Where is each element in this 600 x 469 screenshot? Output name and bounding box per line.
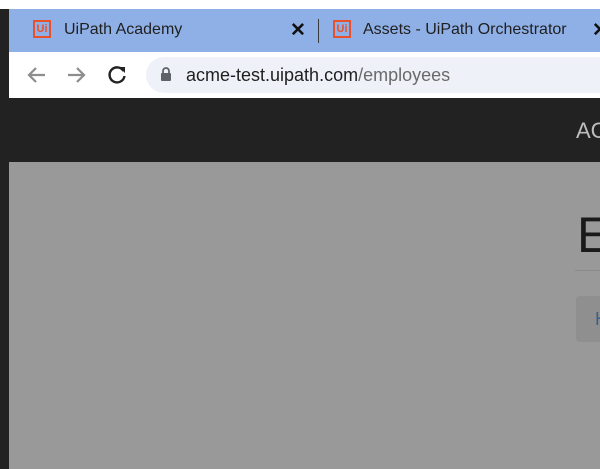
window-top-edge: [0, 0, 600, 9]
address-bar[interactable]: acme-test.uipath.com/employees: [146, 57, 600, 93]
tab-title: UiPath Academy: [64, 21, 183, 38]
url-host: acme-test.uipath.com: [186, 65, 359, 85]
reload-button[interactable]: [103, 61, 131, 89]
back-button[interactable]: [23, 61, 51, 89]
browser-toolbar: acme-test.uipath.com/employees: [9, 52, 600, 98]
arrow-right-icon: [68, 67, 86, 83]
uipath-logo-icon: Ui: [33, 20, 51, 38]
page-content-overlay: E H: [9, 162, 600, 469]
reload-icon: [108, 66, 126, 84]
breadcrumb-home-link[interactable]: H: [595, 309, 600, 330]
title-divider: [575, 270, 600, 271]
breadcrumb: H: [576, 296, 600, 342]
page-title: E: [577, 207, 600, 263]
tab-uipath-academy[interactable]: Ui UiPath Academy ✕: [9, 9, 309, 52]
tab-title: Assets - UiPath Orchestrator: [363, 21, 567, 38]
close-icon[interactable]: ✕: [592, 19, 600, 42]
lock-icon: [161, 67, 171, 81]
url-path: /employees: [358, 65, 451, 85]
url-text[interactable]: acme-test.uipath.com/employees: [186, 65, 450, 86]
arrow-left-icon: [27, 67, 45, 83]
browser-tab-strip: Ui UiPath Academy ✕ Ui Assets - UiPath O…: [9, 9, 600, 52]
tab-assets-orchestrator[interactable]: Ui Assets - UiPath Orchestrator ✕: [319, 9, 600, 52]
forward-button[interactable]: [62, 61, 90, 89]
site-brand[interactable]: AC: [576, 118, 600, 144]
site-header: AC: [9, 98, 600, 162]
close-icon[interactable]: ✕: [290, 19, 306, 42]
uipath-logo-icon: Ui: [333, 20, 351, 38]
